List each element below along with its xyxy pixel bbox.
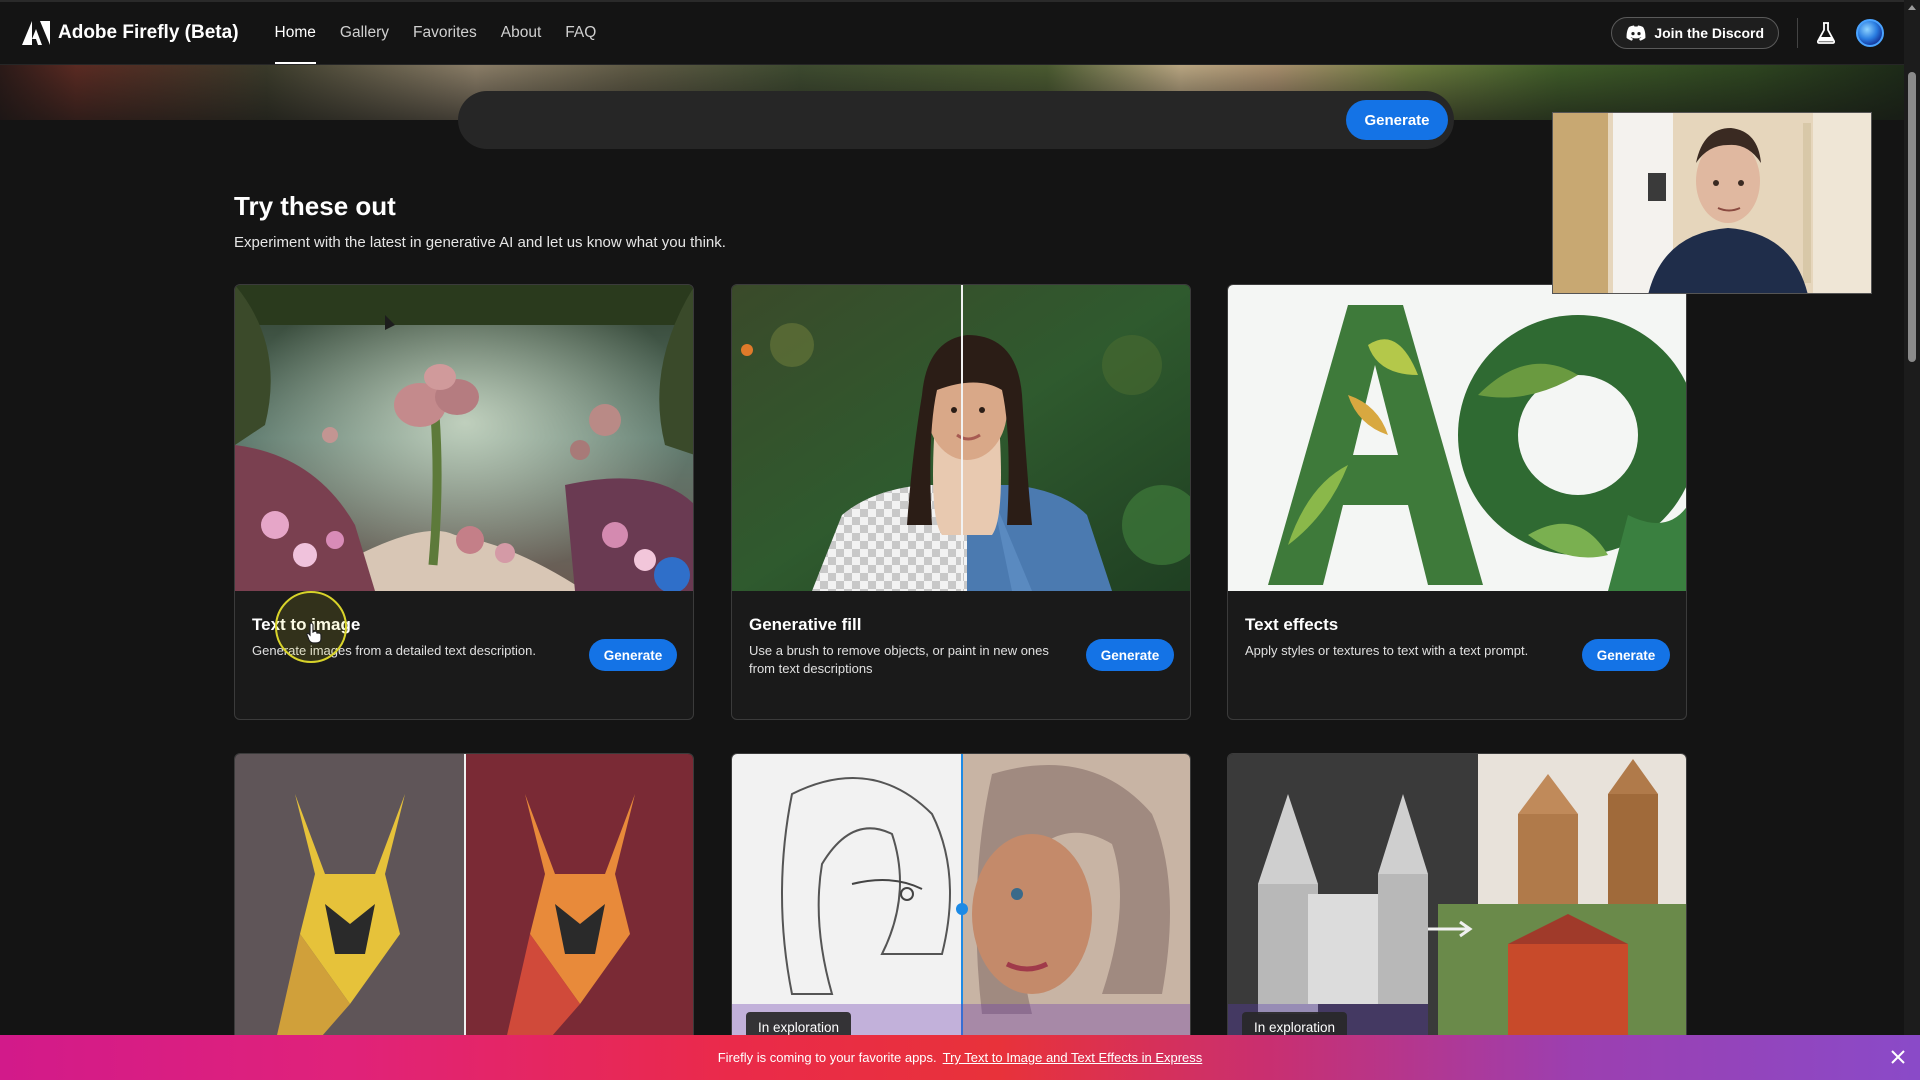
- nav-faq[interactable]: FAQ: [553, 2, 608, 64]
- card-image-woman-portrait: [732, 285, 1190, 591]
- join-discord-button[interactable]: Join the Discord: [1611, 17, 1779, 49]
- top-nav: Adobe Firefly (Beta) Home Gallery Favori…: [0, 0, 1904, 65]
- discord-label: Join the Discord: [1654, 25, 1764, 41]
- prompt-input[interactable]: [488, 103, 1268, 137]
- discord-icon: [1626, 25, 1646, 41]
- adobe-logo[interactable]: Adobe Firefly (Beta): [22, 21, 239, 45]
- card-title: Text effects: [1245, 615, 1339, 634]
- card-image-leaf-letters: [1228, 285, 1686, 591]
- card-image-castle-3d: [1228, 754, 1686, 1042]
- prompt-bar: Generate: [458, 91, 1454, 149]
- card-title: Generative fill: [749, 615, 862, 634]
- section-title: Try these out: [234, 191, 396, 221]
- card-image-geometric-dogs: [235, 754, 693, 1042]
- card-sketch-to-image[interactable]: In exploration: [731, 753, 1191, 1043]
- page-scrollbar[interactable]: [1904, 0, 1920, 1035]
- card-image-sketch-portrait: [732, 754, 1190, 1042]
- scroll-thumb[interactable]: [1908, 72, 1916, 362]
- close-icon[interactable]: [1888, 1047, 1908, 1067]
- card-description: Apply styles or textures to text with a …: [1245, 643, 1529, 658]
- banner-text: Firefly is coming to your favorite apps.: [717, 1050, 937, 1065]
- section-subtitle: Experiment with the latest in generative…: [234, 234, 726, 251]
- webcam-overlay: [1552, 112, 1872, 294]
- card-recolor-vectors[interactable]: [234, 753, 694, 1043]
- nav-about[interactable]: About: [489, 2, 554, 64]
- card-description: Generate images from a detailed text des…: [252, 643, 536, 658]
- card-generate-button[interactable]: Generate: [589, 639, 677, 671]
- promo-banner: Firefly is coming to your favorite apps.…: [0, 1035, 1920, 1080]
- card-image-fantasy-garden: [235, 285, 693, 591]
- nav-gallery[interactable]: Gallery: [328, 2, 401, 64]
- nav-right: Join the Discord: [1611, 17, 1884, 49]
- card-3d-to-image[interactable]: In exploration: [1227, 753, 1687, 1043]
- nav-favorites[interactable]: Favorites: [401, 2, 489, 64]
- card-generate-button[interactable]: Generate: [1086, 639, 1174, 671]
- card-generate-button[interactable]: Generate: [1582, 639, 1670, 671]
- nav-divider: [1797, 18, 1798, 48]
- card-generative-fill[interactable]: Generative fill Use a brush to remove ob…: [731, 284, 1191, 720]
- brand-title: Adobe Firefly (Beta): [58, 22, 239, 43]
- scroll-up-icon[interactable]: [1907, 3, 1917, 11]
- generate-button[interactable]: Generate: [1346, 100, 1448, 140]
- banner-link[interactable]: Try Text to Image and Text Effects in Ex…: [943, 1050, 1203, 1065]
- card-text-effects[interactable]: Text effects Apply styles or textures to…: [1227, 284, 1687, 720]
- nav-home[interactable]: Home: [263, 2, 328, 64]
- nav-links: Home Gallery Favorites About FAQ: [263, 2, 609, 64]
- flask-icon[interactable]: [1816, 22, 1836, 44]
- card-text-to-image[interactable]: Text to image Generate images from a det…: [234, 284, 694, 720]
- card-title: Text to image: [252, 615, 361, 634]
- card-description: Use a brush to remove objects, or paint …: [749, 643, 1049, 676]
- user-avatar[interactable]: [1856, 19, 1884, 47]
- adobe-logo-icon: [22, 21, 50, 45]
